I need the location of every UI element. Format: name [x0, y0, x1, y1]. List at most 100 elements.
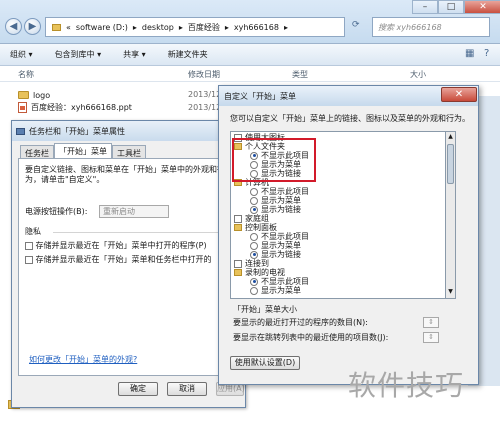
column-name[interactable]: 名称 [18, 69, 34, 80]
window-controls: – □ ✕ [412, 0, 500, 14]
custom-intro: 您可以自定义「开始」菜单上的链接、图标以及菜单的外观和行为。 [230, 114, 470, 123]
radio-icon[interactable] [250, 241, 258, 250]
checkbox-icon[interactable] [234, 214, 242, 223]
new-folder-button[interactable]: 新建文件夹 [168, 49, 208, 60]
folder-icon [234, 269, 242, 276]
customize-start-menu-dialog: 自定义「开始」菜单 ✕ 您可以自定义「开始」菜单上的链接、图标以及菜单的外观和行… [218, 85, 479, 385]
scroll-up-icon[interactable]: ▲ [447, 133, 454, 141]
highlight-box [232, 138, 316, 182]
option-row[interactable]: 录制的电视 [234, 268, 285, 277]
option-label: 显示为菜单 [261, 286, 301, 295]
back-icon[interactable]: ◀ [5, 18, 22, 35]
option-row[interactable]: 不显示此项目 [250, 232, 309, 241]
help-link[interactable]: 如何更改「开始」菜单的外观? [29, 354, 137, 365]
radio-icon[interactable] [250, 286, 258, 295]
taskbar-properties-window: 任务栏和「开始」菜单属性 任务栏 「开始」菜单 工具栏 要自定义链接、图标和菜单… [11, 120, 246, 408]
recent-programs-spinner[interactable]: ⇕ [423, 317, 439, 328]
option-label: 显示为链接 [261, 205, 301, 214]
divider [53, 232, 223, 233]
list-item[interactable]: 百度经验：xyh666168.ppt [18, 101, 132, 113]
command-bar: 组织 ▾ 包含到库中 ▾ 共享 ▾ 新建文件夹 [0, 44, 500, 66]
share-button[interactable]: 共享 ▾ [123, 49, 146, 60]
folder-icon [52, 23, 61, 31]
radio-icon[interactable] [250, 205, 258, 214]
address-bar-area: ◀ ▶ « software (D:) ▸ desktop ▸ 百度经验 ▸ xyh6… [0, 0, 500, 44]
option-row[interactable]: 显示为菜单 [250, 196, 301, 205]
option-row[interactable]: 不显示此项目 [250, 277, 309, 286]
start-desc: 要自定义链接、图标和菜单在「开始」菜单中的外观和行为，请单击"自定义"。 [25, 165, 225, 184]
column-header: 名称 修改日期 类型 大小 [0, 66, 500, 82]
option-row[interactable]: 控制面板 [234, 223, 277, 232]
list-scrollbar[interactable]: ▲ ▼ [445, 131, 456, 299]
option-row[interactable]: 家庭组 [234, 214, 269, 223]
option-label: 录制的电视 [245, 268, 285, 277]
option-label: 显示为菜单 [261, 196, 301, 205]
props-title: 任务栏和「开始」菜单属性 [29, 126, 125, 136]
checkbox-icon[interactable] [234, 259, 242, 268]
option-label: 不显示此项目 [261, 277, 309, 286]
taskbar-icon [16, 127, 25, 135]
breadcrumb-baidu[interactable]: 百度经验 [188, 22, 220, 33]
option-row[interactable]: 显示为菜单 [250, 241, 301, 250]
column-type[interactable]: 类型 [292, 69, 308, 80]
privacy-items-checkbox[interactable]: 存储并显示最近在「开始」菜单和任务栏中打开的 [25, 255, 212, 265]
option-label: 控制面板 [245, 223, 277, 232]
help-icon[interactable]: ? [484, 48, 489, 59]
column-size[interactable]: 大小 [410, 69, 426, 80]
watermark: 软件技巧 [348, 369, 465, 402]
folder-icon [234, 224, 242, 231]
breadcrumb-current[interactable]: xyh666168 [234, 23, 279, 32]
ppt-file-icon [18, 101, 27, 113]
menu-size-label: 「开始」菜单大小 [233, 305, 297, 314]
props-body: 要自定义链接、图标和菜单在「开始」菜单中的外观和行为，请单击"自定义"。 电源按… [18, 158, 239, 376]
close-icon[interactable]: ✕ [441, 87, 477, 102]
include-library-button[interactable]: 包含到库中 ▾ [55, 49, 102, 60]
recent-programs-label: 要显示的最近打开过的程序的数目(N): [233, 318, 368, 327]
ok-button[interactable]: 确定 [118, 382, 158, 396]
scroll-thumb[interactable] [447, 144, 454, 184]
search-input[interactable]: 搜索 xyh666168 [372, 17, 490, 37]
column-modified[interactable]: 修改日期 [188, 69, 220, 80]
option-row[interactable]: 显示为链接 [250, 205, 301, 214]
option-label: 连接到 [245, 259, 269, 268]
props-titlebar: 任务栏和「开始」菜单属性 [12, 121, 245, 141]
forward-icon[interactable]: ▶ [24, 18, 41, 35]
scroll-down-icon[interactable]: ▼ [447, 288, 454, 296]
breadcrumb-desktop[interactable]: desktop [142, 23, 174, 32]
option-label: 家庭组 [245, 214, 269, 223]
minimize-icon[interactable]: – [412, 0, 438, 14]
address-field[interactable]: « software (D:) ▸ desktop ▸ 百度经验 ▸ xyh66616… [45, 17, 345, 37]
radio-icon[interactable] [250, 277, 258, 286]
breadcrumb-drive[interactable]: software (D:) [76, 23, 128, 32]
recent-items-label: 要显示在跳转列表中的最近使用的项目数(J): [233, 333, 389, 342]
privacy-label: 隐私 [25, 227, 41, 236]
tab-start-menu[interactable]: 「开始」菜单 [54, 143, 112, 159]
option-label: 不显示此项目 [261, 187, 309, 196]
recent-items-spinner[interactable]: ⇕ [423, 332, 439, 343]
radio-icon[interactable] [250, 196, 258, 205]
default-settings-button[interactable]: 使用默认设置(D) [230, 356, 300, 370]
folder-icon [18, 91, 29, 99]
option-row[interactable]: 连接到 [234, 259, 269, 268]
power-select[interactable]: 重新启动 [99, 205, 169, 218]
maximize-icon[interactable]: □ [438, 0, 464, 14]
radio-icon[interactable] [250, 232, 258, 241]
radio-icon[interactable] [250, 250, 258, 259]
option-row[interactable]: 不显示此项目 [250, 187, 309, 196]
tab-taskbar[interactable]: 任务栏 [20, 145, 54, 159]
checkbox-icon[interactable] [25, 241, 33, 250]
view-options-icon[interactable]: ▦ [465, 48, 474, 59]
option-label: 显示为菜单 [261, 241, 301, 250]
option-row[interactable]: 显示为菜单 [250, 286, 301, 295]
radio-icon[interactable] [250, 187, 258, 196]
option-row[interactable]: 显示为链接 [250, 250, 301, 259]
dialog-title: 自定义「开始」菜单 [224, 91, 296, 101]
tab-toolbars[interactable]: 工具栏 [112, 145, 146, 159]
checkbox-icon[interactable] [25, 255, 33, 264]
organize-button[interactable]: 组织 ▾ [10, 49, 33, 60]
refresh-icon[interactable]: ⟳ [352, 20, 360, 30]
list-item[interactable]: logo [18, 89, 50, 101]
cancel-button[interactable]: 取消 [167, 382, 207, 396]
privacy-programs-checkbox[interactable]: 存储并显示最近在「开始」菜单中打开的程序(P) [25, 241, 207, 251]
close-icon[interactable]: ✕ [464, 0, 500, 14]
